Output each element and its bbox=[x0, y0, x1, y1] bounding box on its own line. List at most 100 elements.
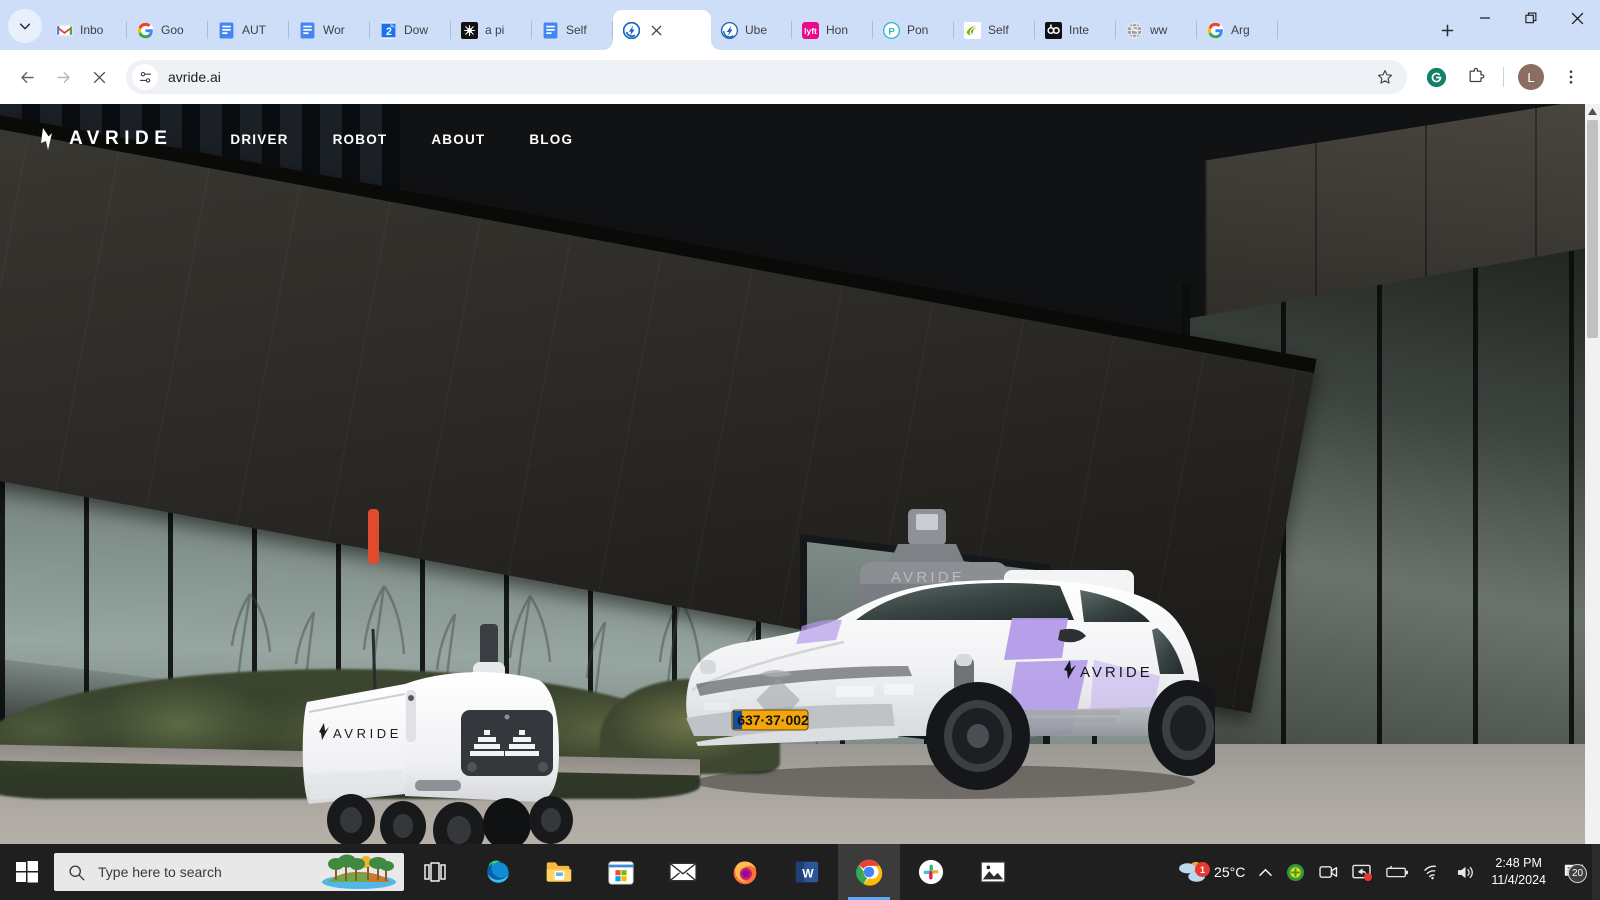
grammarly-extension-button[interactable] bbox=[1420, 61, 1452, 93]
address-bar[interactable]: avride.ai bbox=[126, 60, 1407, 94]
mail-icon bbox=[669, 862, 697, 882]
browser-tab[interactable]: Ube bbox=[711, 10, 792, 50]
browser-tab[interactable]: Arg bbox=[1197, 10, 1278, 50]
back-arrow-icon bbox=[20, 71, 34, 83]
taskbar-search-box[interactable]: Type here to search bbox=[54, 853, 404, 891]
bookmark-button[interactable] bbox=[1369, 61, 1401, 93]
window-controls bbox=[1462, 0, 1600, 50]
restore-icon bbox=[1524, 12, 1536, 23]
system-tray: 1 25°C 2:48 PM 11/4/2024 20 bbox=[1170, 844, 1600, 900]
robot-camera bbox=[504, 714, 510, 720]
scrollbar-thumb[interactable] bbox=[1587, 120, 1598, 338]
taskbar-app-task-view[interactable] bbox=[404, 844, 466, 900]
browser-tab[interactable]: Inte bbox=[1035, 10, 1116, 50]
url-text[interactable]: avride.ai bbox=[168, 69, 1369, 85]
restore-button[interactable] bbox=[1508, 0, 1554, 36]
stop-loading-icon bbox=[93, 71, 105, 83]
chevron-up-icon bbox=[1259, 868, 1273, 876]
microsoft-edge-icon bbox=[487, 860, 509, 883]
clock-time: 2:48 PM bbox=[1495, 856, 1542, 870]
scroll-up-button[interactable] bbox=[1585, 104, 1600, 119]
profile-button[interactable]: L bbox=[1515, 61, 1547, 93]
battery-icon bbox=[1386, 865, 1409, 878]
new-tab-button[interactable] bbox=[1432, 15, 1462, 45]
taskbar-app-mail[interactable] bbox=[652, 844, 714, 900]
taskbar-app-microsoft-edge[interactable] bbox=[466, 844, 528, 900]
browser-tab[interactable]: AUT bbox=[208, 10, 289, 50]
back-button[interactable] bbox=[10, 60, 44, 94]
pony-icon: P bbox=[883, 21, 900, 39]
front-wheel bbox=[926, 682, 1030, 790]
windows-taskbar: Type here to search W 1 25°C 2:48 PM 11/… bbox=[0, 844, 1600, 900]
tab-title: Hon bbox=[826, 23, 849, 37]
tray-icon-volume[interactable] bbox=[1449, 844, 1483, 900]
browser-tab[interactable]: 2 Dow bbox=[370, 10, 451, 50]
red-flag-marker bbox=[368, 509, 379, 564]
taskbar-app-firefox[interactable] bbox=[714, 844, 776, 900]
three-dot-menu-icon bbox=[1569, 70, 1573, 84]
site-settings-button[interactable] bbox=[132, 64, 158, 90]
tray-icon-wifi[interactable] bbox=[1416, 844, 1449, 900]
close-window-button[interactable] bbox=[1554, 0, 1600, 36]
nav-link-blog[interactable]: BLOG bbox=[529, 132, 573, 147]
tab-title: Self bbox=[566, 23, 587, 37]
browser-tab[interactable]: Self bbox=[532, 10, 613, 50]
site-logo[interactable]: AVRIDE bbox=[40, 127, 172, 151]
chevron-down-icon bbox=[19, 23, 31, 30]
browser-tab[interactable]: a pi bbox=[451, 10, 532, 50]
nav-link-about[interactable]: ABOUT bbox=[431, 132, 485, 147]
minimize-button[interactable] bbox=[1462, 0, 1508, 36]
search-highlight-image bbox=[322, 854, 396, 889]
show-desktop-button[interactable] bbox=[1592, 844, 1600, 900]
google-docs-icon bbox=[299, 22, 316, 39]
taskbar-app-microsoft-word[interactable]: W bbox=[776, 844, 838, 900]
nav-link-robot[interactable]: ROBOT bbox=[333, 132, 388, 147]
browser-tab[interactable]: Goo bbox=[127, 10, 208, 50]
tab-title: Pon bbox=[907, 23, 929, 37]
tray-icon-screen-record[interactable] bbox=[1312, 844, 1345, 900]
windows-start-icon bbox=[16, 861, 38, 883]
browser-tab[interactable]: Wor bbox=[289, 10, 370, 50]
taskbar-app-slack[interactable] bbox=[900, 844, 962, 900]
tray-icon-green-shield[interactable] bbox=[1279, 844, 1312, 900]
taskbar-app-photos[interactable] bbox=[962, 844, 1024, 900]
tune-site-settings-icon bbox=[139, 71, 151, 83]
site-logo-text: AVRIDE bbox=[69, 128, 173, 149]
microsoft-word-icon: W bbox=[795, 861, 819, 883]
browser-tab[interactable]: P Pon bbox=[873, 10, 954, 50]
wifi-icon bbox=[1424, 865, 1437, 880]
browser-tab[interactable]: Inbo bbox=[46, 10, 127, 50]
stop-loading-button[interactable] bbox=[82, 60, 116, 94]
tray-icon-screen-share[interactable] bbox=[1345, 844, 1378, 900]
taskbar-app-file-explorer[interactable] bbox=[528, 844, 590, 900]
start-button[interactable] bbox=[0, 844, 54, 900]
browser-tab[interactable]: ww bbox=[1116, 10, 1197, 50]
page-scrollbar[interactable] bbox=[1585, 104, 1600, 900]
tab-search-button[interactable] bbox=[8, 9, 42, 43]
browser-tab[interactable]: lyft Hon bbox=[792, 10, 873, 50]
search-icon bbox=[69, 864, 85, 880]
forward-button[interactable] bbox=[46, 60, 80, 94]
weather-notification-badge: 1 bbox=[1195, 862, 1211, 877]
microsoft-store-icon bbox=[608, 861, 634, 885]
taskbar-clock[interactable]: 2:48 PM 11/4/2024 bbox=[1483, 855, 1556, 889]
notifications-button[interactable]: 20 bbox=[1556, 844, 1592, 900]
chrome-menu-button[interactable] bbox=[1555, 61, 1587, 93]
show-hidden-icons-button[interactable] bbox=[1252, 844, 1279, 900]
taskbar-app-google-chrome[interactable] bbox=[838, 844, 900, 900]
page-viewport: AVRIDE 637·37·002 AVRIDE AVRIDE AVRIDE D… bbox=[0, 104, 1600, 900]
browser-tab[interactable]: Self bbox=[954, 10, 1035, 50]
tab-close-button[interactable] bbox=[647, 21, 665, 39]
extensions-button[interactable] bbox=[1460, 61, 1492, 93]
tab-title: Arg bbox=[1231, 23, 1250, 37]
weather-widget[interactable]: 1 25°C bbox=[1170, 844, 1252, 900]
browser-tab-active[interactable] bbox=[603, 10, 721, 50]
nav-link-driver[interactable]: DRIVER bbox=[230, 132, 288, 147]
tray-icon-battery[interactable] bbox=[1378, 844, 1416, 900]
delivery-robot: AVRIDE bbox=[302, 624, 573, 872]
tab-strip: Inbo Goo AUT Wor 2 Dow a pi Self Ube lyft Hon P Pon S… bbox=[0, 0, 1600, 50]
nvidia-icon bbox=[964, 21, 981, 39]
green-shield-icon bbox=[1287, 863, 1305, 881]
taskbar-app-microsoft-store[interactable] bbox=[590, 844, 652, 900]
weather-temperature: 25°C bbox=[1214, 864, 1246, 880]
